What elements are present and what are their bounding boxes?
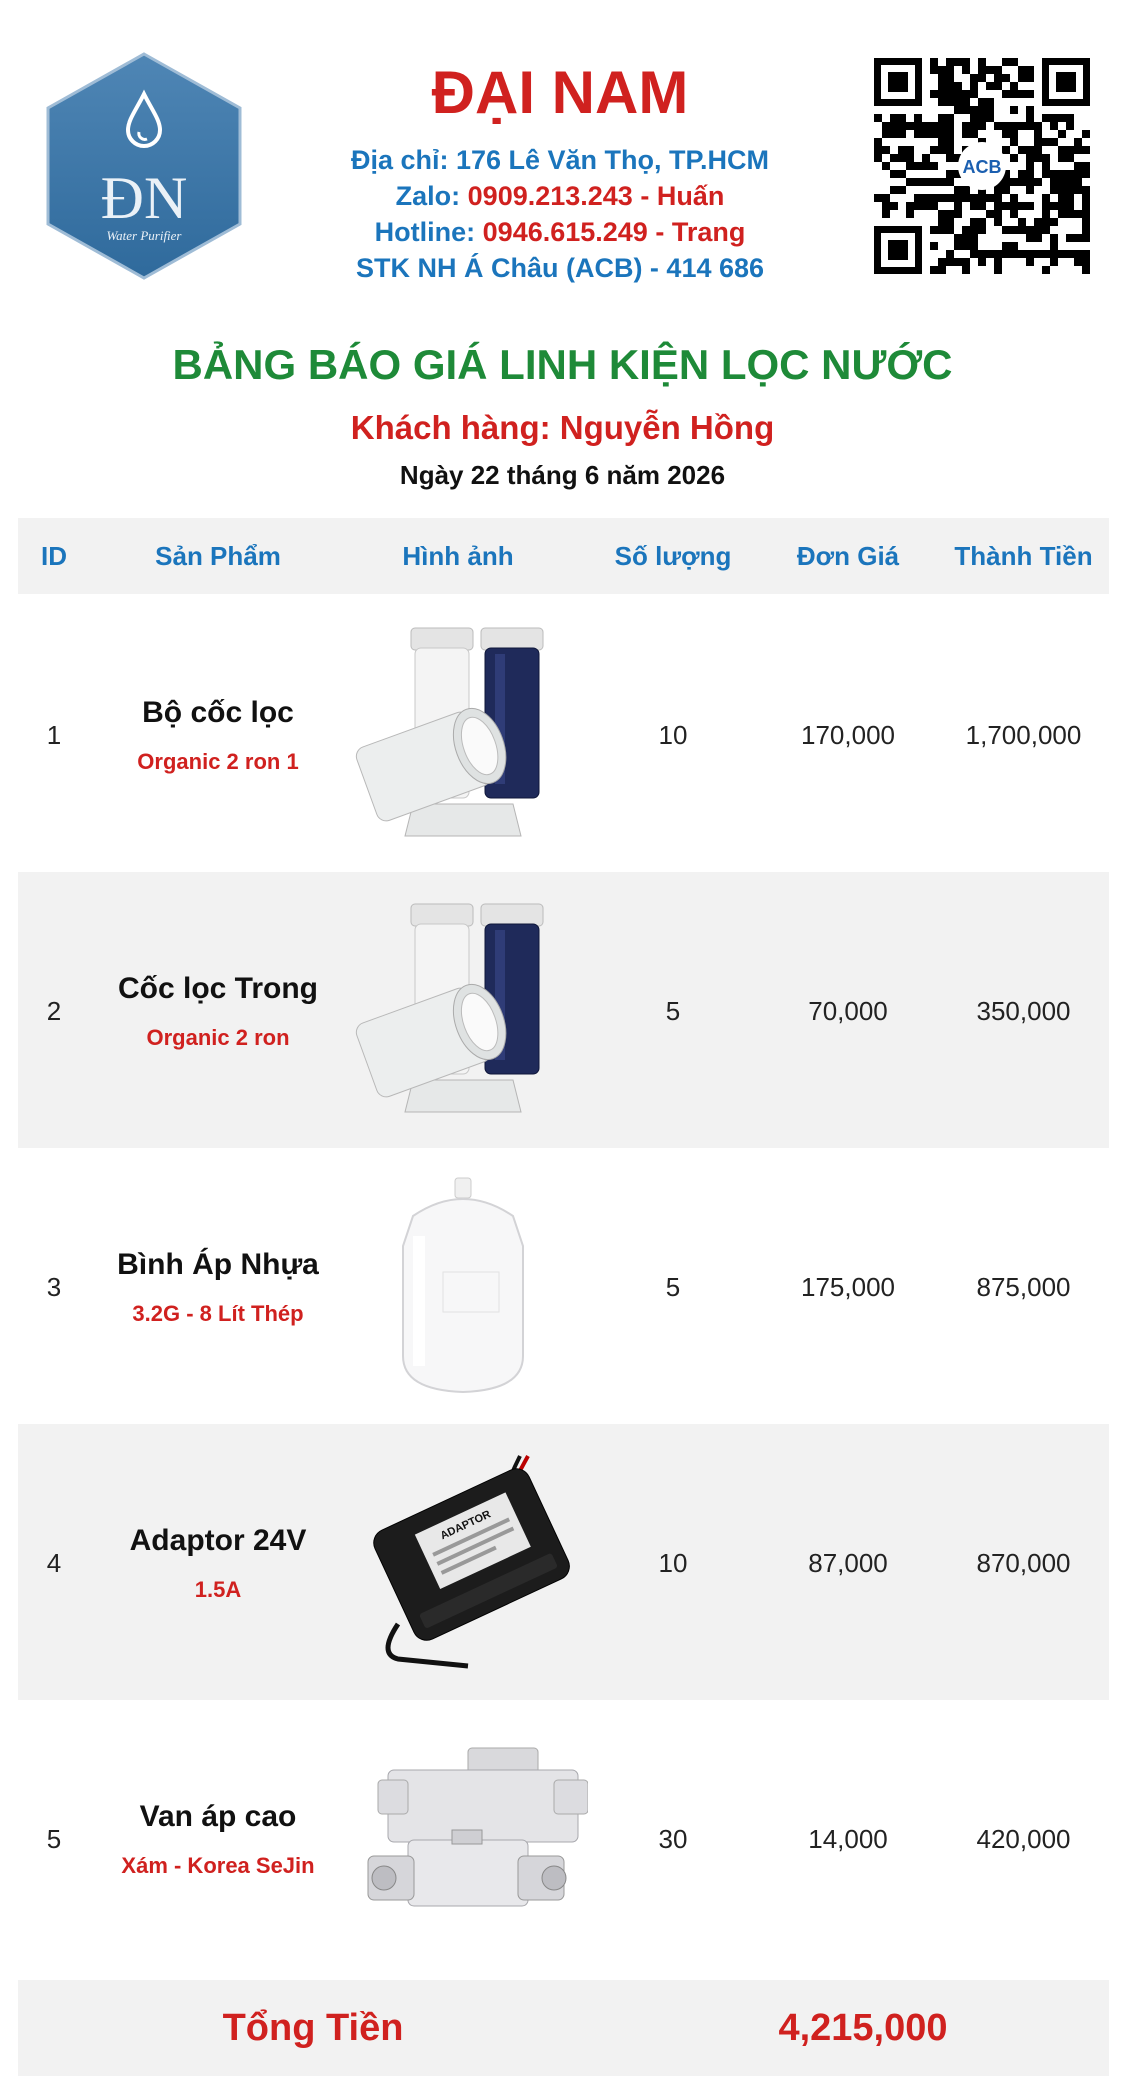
zalo-label: Zalo: [395,181,468,211]
company-address: Địa chỉ: 176 Lê Văn Thọ, TP.HCM [350,145,770,175]
row-line-total: 870,000 [976,1548,1071,1578]
total-value: 4,215,000 [778,2007,948,2049]
company-logo: ĐN Water Purifier [46,52,242,280]
row-id: 5 [46,1824,62,1854]
company-name: ĐẠI NAM [431,59,689,126]
high-pressure-valve-image [367,1747,588,1907]
col-header-quantity: Số lượng [614,541,732,571]
row-quantity: 10 [658,1548,688,1578]
row-unit-price: 14,000 [808,1824,888,1854]
product-name: Adaptor 24V [129,1524,307,1557]
product-variant: 3.2G - 8 Lít Thép [132,1301,304,1326]
table-row: 3 Bình Áp Nhựa 3.2G - 8 Lít Thép 5 175,0… [18,1148,1109,1424]
col-header-image: Hình ảnh [402,541,514,571]
qr-code: ACB [874,58,1090,274]
filter-housing-image [355,627,544,837]
row-line-total: 350,000 [976,996,1071,1026]
hotline-value[interactable]: 0946.615.249 - Trang [483,217,746,247]
product-variant: Xám - Korea SeJin [121,1853,315,1878]
row-line-total: 1,700,000 [965,720,1082,750]
table-row: 4 Adaptor 24V 1.5A ADAPTOR 10 87,000 870… [18,1424,1109,1700]
zalo-contact: Zalo: 0909.213.243 - Huấn [300,178,820,214]
row-unit-price: 175,000 [801,1272,895,1302]
col-header-id: ID [41,541,67,571]
hotline-contact: Hotline: 0946.615.249 - Trang [300,214,820,250]
total-row: Tổng Tiền 4,215,000 [18,1980,1109,2076]
total-label: Tổng Tiền [222,2007,404,2049]
row-unit-price: 70,000 [808,996,888,1026]
qr-bank-badge: ACB [963,157,1002,177]
row-line-total: 420,000 [976,1824,1071,1854]
col-header-line-total: Thành Tiền [954,541,1093,571]
product-name: Bộ cốc lọc [142,696,294,729]
row-id: 2 [46,996,62,1026]
bank-account: STK NH Á Châu (ACB) - 414 686 [355,253,765,283]
row-id: 1 [46,720,62,750]
power-adaptor-image: ADAPTOR [373,1455,570,1669]
row-quantity: 10 [658,720,688,750]
row-unit-price: 87,000 [808,1548,888,1578]
table-row: 1 Bộ cốc lọc Organic 2 ron 1 10 170,000 … [18,596,1109,872]
table-row: 5 Van áp cao Xám - Korea SeJin 30 14,000… [18,1700,1109,1976]
pressure-tank-image [402,1177,524,1394]
row-unit-price: 170,000 [801,720,895,750]
col-header-product: Sản Phẩm [155,541,281,571]
product-name: Van áp cao [139,1800,297,1833]
row-quantity: 5 [665,1272,681,1302]
filter-housing-image [355,903,544,1113]
row-id: 3 [46,1272,62,1302]
col-header-unit-price: Đơn Giá [796,541,900,571]
row-quantity: 5 [665,996,681,1026]
page-title: BẢNG BÁO GIÁ LINH KIỆN LỌC NƯỚC [172,341,953,388]
zalo-value[interactable]: 0909.213.243 - Huấn [468,181,725,211]
row-id: 4 [46,1548,62,1578]
logo-subtitle: Water Purifier [107,228,183,243]
row-quantity: 30 [658,1824,688,1854]
product-name: Bình Áp Nhựa [117,1248,319,1281]
hotline-label: Hotline: [374,217,483,247]
product-variant: Organic 2 ron [146,1025,290,1050]
customer-name: Khách hàng: Nguyễn Hồng [350,409,775,446]
product-variant: Organic 2 ron 1 [137,749,299,774]
product-name: Cốc lọc Trong [117,972,318,1005]
quote-date: Ngày 22 tháng 6 năm 2026 [399,460,726,490]
table-header: ID Sản Phẩm Hình ảnh Số lượng Đơn Giá Th… [18,518,1109,594]
row-line-total: 875,000 [976,1272,1071,1302]
product-variant: 1.5A [194,1577,242,1602]
table-row: 2 Cốc lọc Trong Organic 2 ron 5 70,000 3… [18,872,1109,1148]
logo-text: ĐN [101,165,188,231]
